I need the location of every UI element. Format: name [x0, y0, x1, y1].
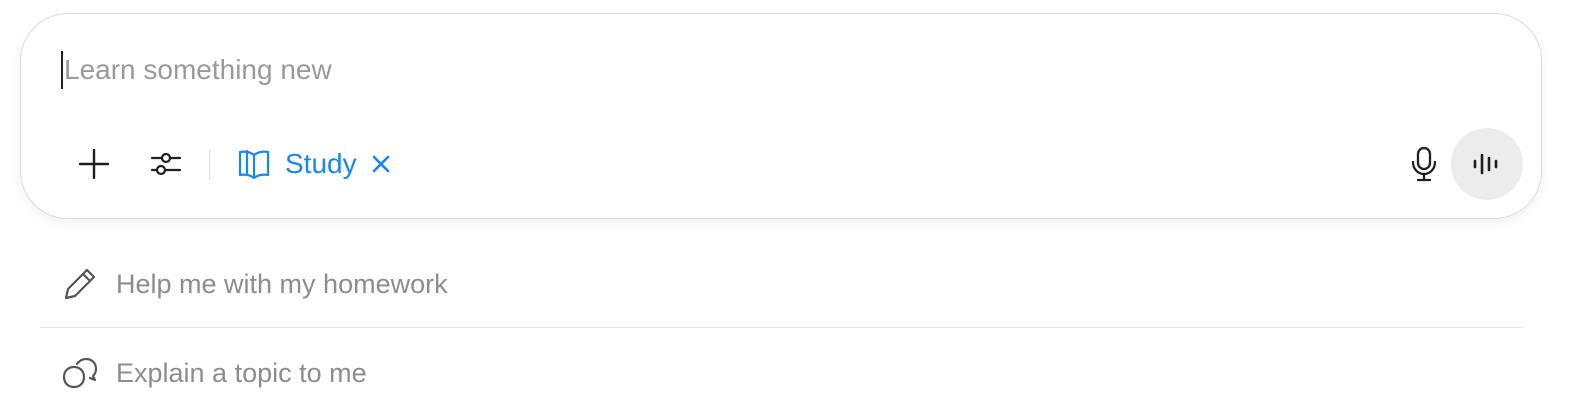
close-icon[interactable]	[371, 154, 391, 174]
prompt-row	[61, 50, 1364, 90]
prompt-input[interactable]	[64, 54, 1364, 86]
toolbar-divider	[209, 150, 210, 180]
suggestion-label: Explain a topic to me	[116, 357, 367, 388]
plus-icon	[78, 148, 110, 180]
voice-waveform-icon	[1472, 149, 1502, 179]
sliders-icon	[150, 148, 182, 180]
composer-toolbar: Study	[41, 128, 1523, 200]
suggestion-label: Help me with my homework	[116, 268, 448, 299]
pencil-icon	[62, 266, 98, 302]
dictate-button[interactable]	[1388, 128, 1460, 200]
tools-button[interactable]	[130, 128, 202, 200]
suggestion-item[interactable]: Help me with my homework	[40, 240, 1523, 328]
suggestion-item[interactable]: Explain a topic to me	[40, 329, 1523, 417]
speech-bubbles-icon	[62, 355, 98, 391]
voice-mode-button[interactable]	[1451, 128, 1523, 200]
study-mode-label: Study	[285, 148, 357, 179]
text-caret	[61, 51, 63, 89]
add-attachment-button[interactable]	[58, 128, 130, 200]
book-open-icon	[237, 147, 271, 181]
prompt-composer: Study	[20, 13, 1542, 219]
study-mode-chip[interactable]: Study	[237, 142, 391, 186]
suggestion-divider	[40, 327, 1523, 328]
microphone-icon	[1408, 146, 1440, 182]
